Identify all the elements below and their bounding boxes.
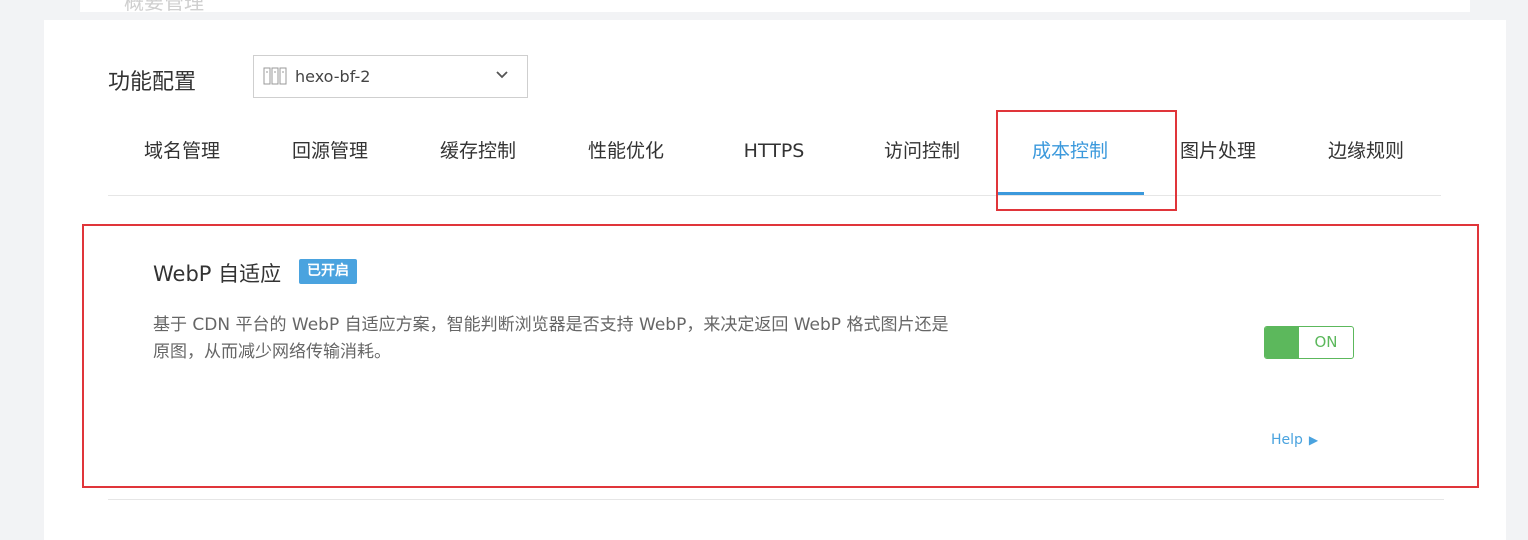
section-divider (108, 499, 1444, 500)
tab-edge-rules[interactable]: 边缘规则 (1292, 110, 1440, 195)
server-icon (263, 67, 287, 85)
tab-performance[interactable]: 性能优化 (552, 110, 700, 195)
toggle-state-label: ON (1314, 333, 1338, 351)
toggle-knob (1265, 327, 1299, 358)
feature-config-card: 功能配置 hexo-bf-2 域名管理 回源管理 缓存控制 性能优化 HTTPS… (44, 20, 1506, 540)
feature-description-line-2: 原图，从而减少网络传输消耗。 (153, 342, 391, 362)
feature-description-line-1: 基于 CDN 平台的 WebP 自适应方案，智能判断浏览器是否支持 WebP，来… (153, 315, 949, 335)
previous-card-title: 概要管理 (124, 0, 204, 12)
status-badge: 已开启 (299, 259, 357, 284)
domain-selector[interactable]: hexo-bf-2 (253, 55, 528, 98)
previous-card-strip: 概要管理 (80, 0, 1470, 12)
webp-feature-panel: WebP 自适应 已开启 基于 CDN 平台的 WebP 自适应方案，智能判断浏… (82, 224, 1479, 488)
help-link[interactable]: Help ▶ (1271, 432, 1318, 448)
webp-toggle-switch[interactable]: ON (1264, 326, 1354, 359)
tab-origin-management[interactable]: 回源管理 (256, 110, 404, 195)
active-tab-highlight-box (996, 110, 1177, 211)
tab-https[interactable]: HTTPS (700, 110, 848, 195)
feature-tabs: 域名管理 回源管理 缓存控制 性能优化 HTTPS 访问控制 成本控制 图片处理… (108, 110, 1441, 196)
domain-selector-value: hexo-bf-2 (295, 67, 371, 86)
play-arrow-icon: ▶ (1308, 433, 1319, 447)
tab-domain-management[interactable]: 域名管理 (108, 110, 256, 195)
feature-title: WebP 自适应 (153, 262, 282, 286)
feature-description: 基于 CDN 平台的 WebP 自适应方案，智能判断浏览器是否支持 WebP，来… (153, 312, 1033, 366)
tab-access-control[interactable]: 访问控制 (848, 110, 996, 195)
help-link-label: Help (1271, 432, 1303, 448)
page-title: 功能配置 (108, 70, 197, 95)
chevron-down-icon (496, 71, 508, 79)
tab-cache-control[interactable]: 缓存控制 (404, 110, 552, 195)
